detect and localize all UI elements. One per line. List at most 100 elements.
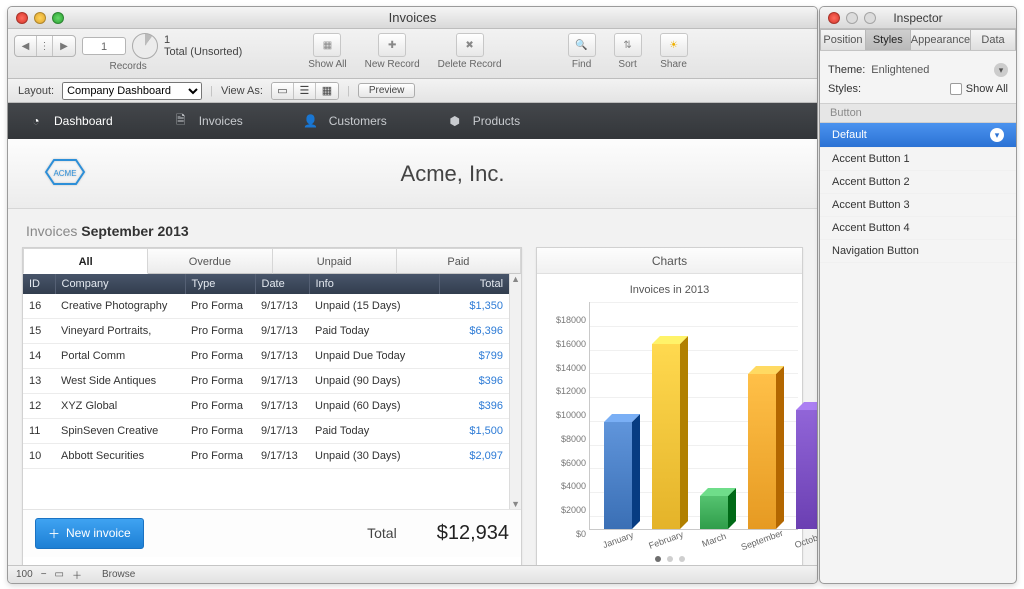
xlabel: September	[740, 528, 785, 552]
theme-chevron-icon[interactable]: ▾	[994, 63, 1008, 77]
find-button[interactable]: 🔍	[568, 33, 596, 57]
invoice-panel: AllOverdueUnpaidPaid IDCompanyTypeDateIn…	[22, 247, 522, 565]
table-row[interactable]: 11SpinSeven CreativePro Forma9/17/13Paid…	[23, 419, 509, 444]
find-label: Find	[572, 59, 591, 70]
header-block: ACME Acme, Inc.	[8, 139, 817, 209]
newrecord-button[interactable]: ✚	[378, 33, 406, 57]
company-name: Acme, Inc.	[88, 161, 817, 187]
ytick: $0	[544, 529, 586, 539]
found-set-pie-icon[interactable]	[132, 33, 158, 59]
style-item[interactable]: Accent Button 4	[820, 217, 1016, 240]
sort-button[interactable]: ⇅	[614, 33, 642, 57]
record-number-field[interactable]: 1	[82, 37, 126, 55]
showall-label: Show All	[308, 59, 346, 70]
col-company[interactable]: Company	[55, 274, 185, 294]
ytick: $12000	[544, 386, 586, 396]
zoom-value: 100	[16, 569, 33, 580]
ytick: $14000	[544, 363, 586, 373]
invoice-tab-overdue[interactable]: Overdue	[148, 248, 272, 274]
layout-select[interactable]: Company Dashboard	[62, 82, 202, 100]
chart-panel: Charts Invoices in 2013 $0$2000$4000$600…	[536, 247, 803, 565]
styles-section-header: Button	[820, 103, 1016, 123]
style-item[interactable]: Default▾	[820, 123, 1016, 148]
zoom-slider-icon[interactable]: ▭	[55, 569, 64, 580]
invoice-tab-unpaid[interactable]: Unpaid	[273, 248, 397, 274]
new-invoice-button[interactable]: ＋ New invoice	[35, 518, 144, 549]
titlebar: Invoices	[8, 7, 817, 29]
share-label: Share	[660, 59, 687, 70]
zoom-out-icon[interactable]: −	[41, 569, 47, 580]
deleterecord-label: Delete Record	[438, 59, 502, 70]
show-all-checkbox[interactable]	[950, 83, 962, 95]
share-button[interactable]: ☀	[660, 33, 688, 57]
minimize-icon[interactable]	[34, 12, 46, 24]
inspector-tab-data[interactable]: Data	[970, 29, 1016, 50]
nav-products[interactable]: ⬢ Products	[437, 107, 530, 135]
close-icon[interactable]	[16, 12, 28, 24]
zoom-icon[interactable]	[52, 12, 64, 24]
user-icon: 👤	[303, 113, 319, 129]
invoice-tab-all[interactable]: All	[23, 248, 148, 274]
showall-button[interactable]: ▦	[313, 33, 341, 57]
ytick: $6000	[544, 458, 586, 468]
dark-nav: ◔ Dashboard 🗎 Invoices 👤 Customers ⬢ Pro…	[8, 103, 817, 139]
table-row[interactable]: 12XYZ GlobalPro Forma9/17/13Unpaid (60 D…	[23, 394, 509, 419]
chart-pager[interactable]	[541, 556, 798, 562]
nav-customers[interactable]: 👤 Customers	[293, 107, 397, 135]
viewas-segment[interactable]: ▭☰▦	[271, 82, 339, 100]
table-row[interactable]: 14Portal CommPro Forma9/17/13Unpaid Due …	[23, 344, 509, 369]
deleterecord-button[interactable]: ✖	[456, 33, 484, 57]
zoom-in-icon[interactable]: ＋	[72, 567, 82, 582]
table-row[interactable]: 16Creative PhotographyPro Forma9/17/13Un…	[23, 294, 509, 319]
sort-label: Sort	[618, 59, 636, 70]
table-row[interactable]: 10Abbott SecuritiesPro Forma9/17/13Unpai…	[23, 444, 509, 469]
main-window: Invoices ◀ ⋮ ▶ 1 1 Total (Unsorted) Reco…	[7, 6, 818, 584]
ytick: $8000	[544, 434, 586, 444]
xlabel: February	[647, 529, 684, 551]
table-row[interactable]: 15Vineyard Portraits,Pro Forma9/17/13Pai…	[23, 319, 509, 344]
record-nav-segment: ◀ ⋮ ▶	[14, 35, 76, 57]
prev-record-button[interactable]: ◀	[15, 36, 37, 56]
style-item[interactable]: Accent Button 3	[820, 194, 1016, 217]
style-item[interactable]: Accent Button 1	[820, 148, 1016, 171]
xlabel: October	[793, 530, 817, 550]
nav-invoices[interactable]: 🗎 Invoices	[163, 107, 253, 135]
body-area: ACME Acme, Inc. Invoices September 2013 …	[8, 139, 817, 565]
nav-dashboard[interactable]: ◔ Dashboard	[18, 107, 123, 135]
table-scrollbar[interactable]: ▲▼	[509, 274, 521, 509]
show-all-label: Show All	[966, 83, 1008, 95]
inspector-tab-position[interactable]: Position	[820, 29, 866, 50]
preview-button[interactable]: Preview	[358, 83, 416, 98]
styles-label: Styles:	[828, 83, 861, 95]
inspector-tab-styles[interactable]: Styles	[865, 29, 911, 50]
invoice-table: IDCompanyTypeDateInfoTotal 16Creative Ph…	[23, 274, 509, 509]
record-nav-drag-icon[interactable]: ⋮	[37, 36, 53, 56]
chart-title: Invoices in 2013	[541, 284, 798, 296]
window-title: Invoices	[8, 10, 817, 25]
table-row[interactable]: 13West Side AntiquesPro Forma9/17/13Unpa…	[23, 369, 509, 394]
inspector-tab-appearance[interactable]: Appearance	[910, 29, 971, 50]
col-info[interactable]: Info	[309, 274, 439, 294]
ytick: $2000	[544, 505, 586, 515]
svg-text:ACME: ACME	[53, 169, 76, 178]
total-label: Total	[367, 525, 397, 541]
style-item[interactable]: Accent Button 2	[820, 171, 1016, 194]
next-record-button[interactable]: ▶	[53, 36, 75, 56]
col-id[interactable]: ID	[23, 274, 55, 294]
chart-tab-label: Charts	[537, 248, 802, 274]
col-date[interactable]: Date	[255, 274, 309, 294]
invoice-icon: 🗎	[173, 113, 189, 129]
style-item[interactable]: Navigation Button	[820, 240, 1016, 263]
invoice-tab-paid[interactable]: Paid	[397, 248, 521, 274]
record-sort-state: Total (Unsorted)	[164, 46, 242, 58]
chevron-down-icon[interactable]: ▾	[990, 128, 1004, 142]
newrecord-label: New Record	[365, 59, 420, 70]
total-value: $12,934	[437, 522, 509, 545]
col-type[interactable]: Type	[185, 274, 255, 294]
col-total[interactable]: Total	[439, 274, 509, 294]
theme-value: Enlightened	[871, 64, 994, 76]
inspector-close-icon[interactable]	[828, 12, 840, 24]
box-icon: ⬢	[447, 113, 463, 129]
theme-label: Theme:	[828, 64, 865, 76]
ytick: $16000	[544, 339, 586, 349]
